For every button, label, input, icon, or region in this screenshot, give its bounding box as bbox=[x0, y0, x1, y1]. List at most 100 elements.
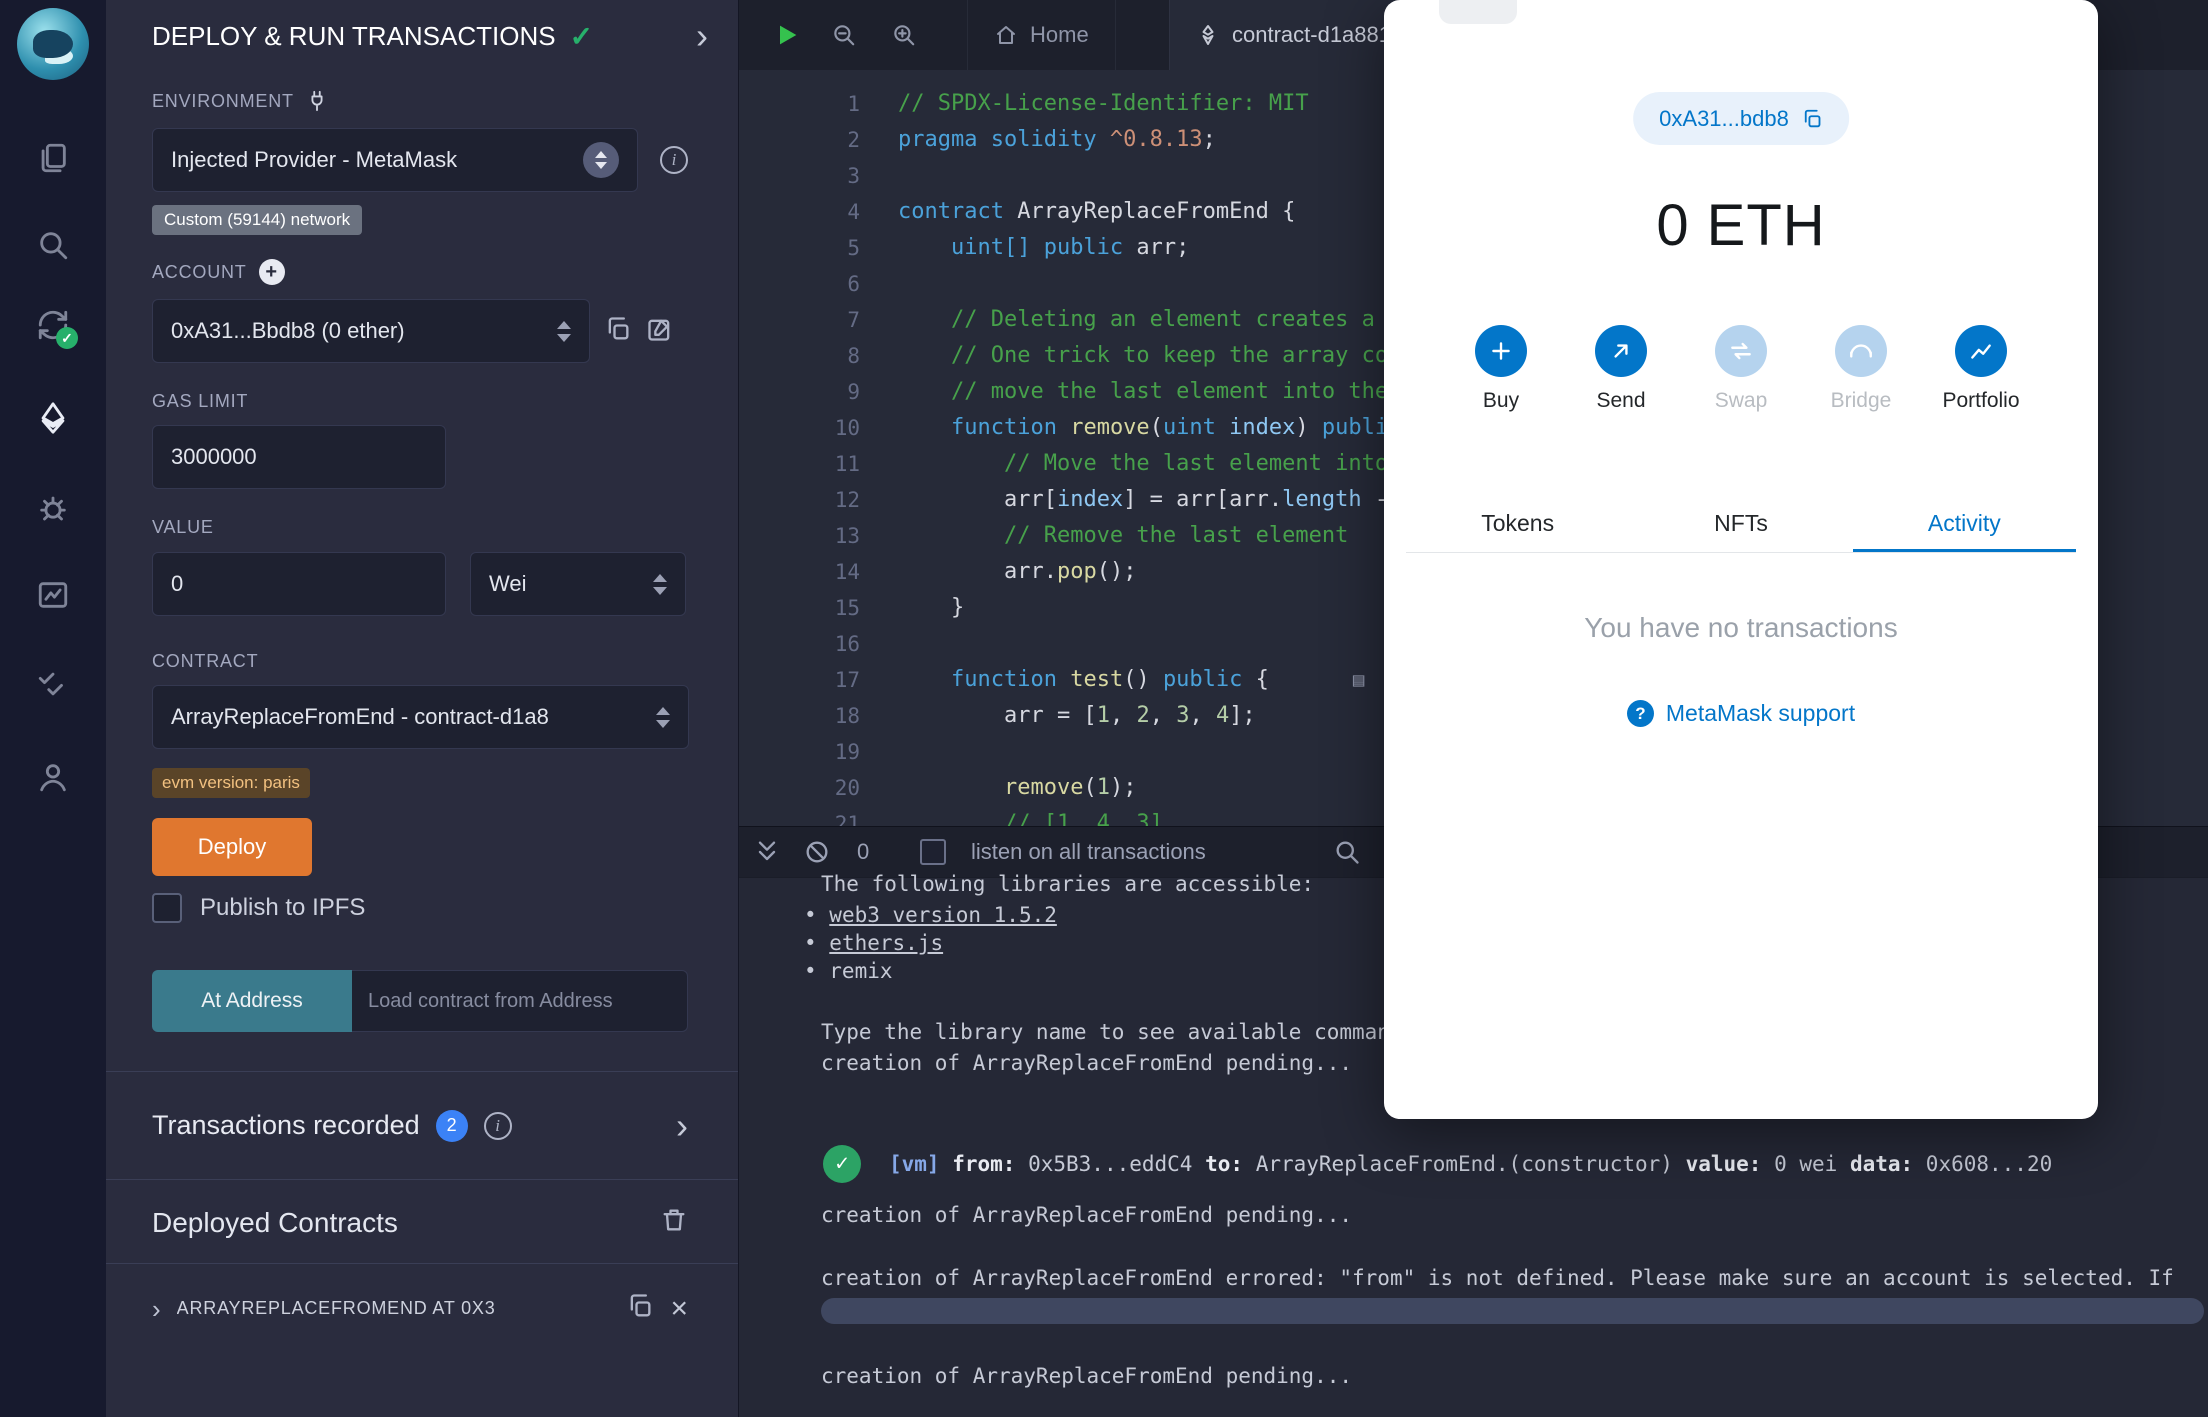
value-unit-stepper-icon[interactable] bbox=[653, 573, 667, 595]
panel-header: DEPLOY & RUN TRANSACTIONS ✓ › bbox=[106, 0, 738, 72]
clear-deployed-trash-icon[interactable] bbox=[660, 1206, 688, 1239]
account-select[interactable]: 0xA31...Bbdb8 (0 ether) bbox=[152, 299, 590, 363]
metamask-support-link[interactable]: ? MetaMask support bbox=[1384, 700, 2098, 727]
publish-ipfs-label: Publish to IPFS bbox=[200, 894, 366, 921]
mm-action-label: Send bbox=[1596, 389, 1646, 412]
deploy-button[interactable]: Deploy bbox=[152, 818, 312, 876]
portfolio-chart-icon[interactable] bbox=[1955, 325, 2007, 377]
line-number: 10 bbox=[834, 416, 860, 440]
metamask-popup: 0xA31...bdb8 0 ETH Buy Send Swap Bridge Port… bbox=[1384, 0, 2098, 1119]
mm-action-portfolio[interactable]: Portfolio bbox=[1921, 325, 2041, 413]
deploy-run-icon[interactable] bbox=[36, 401, 70, 435]
remix-ide: ✓ DEPLOY & RUN TRANSACTIONS ✓ › ENVIRONM… bbox=[0, 0, 2208, 1417]
line-number: 12 bbox=[834, 488, 860, 512]
no-transactions-message: You have no transactions bbox=[1584, 612, 1898, 643]
compile-success-badge-icon: ✓ bbox=[56, 327, 78, 349]
debugger-icon[interactable] bbox=[36, 491, 70, 525]
environment-info-icon[interactable]: i bbox=[660, 146, 688, 174]
run-script-button[interactable] bbox=[773, 21, 801, 54]
transactions-info-icon[interactable]: i bbox=[483, 1111, 512, 1140]
tab-home-label: Home bbox=[1030, 22, 1089, 47]
environment-value: Injected Provider - MetaMask bbox=[171, 147, 458, 172]
analytics-icon[interactable] bbox=[36, 578, 70, 612]
eth-balance: 0 ETH bbox=[1656, 193, 1826, 258]
contract-select[interactable]: ArrayReplaceFromEnd - contract-d1a8 bbox=[152, 685, 689, 749]
tab-home[interactable]: Home bbox=[967, 0, 1116, 70]
account-address-pill[interactable]: 0xA31...bdb8 bbox=[1633, 92, 1849, 145]
network-picker-partial[interactable] bbox=[1439, 0, 1517, 24]
terminal-library-link[interactable]: ethers.js bbox=[829, 931, 943, 955]
line-number: 19 bbox=[834, 740, 860, 764]
terminal-line: • ethers.js bbox=[804, 931, 944, 955]
mm-tab-tokens[interactable]: Tokens bbox=[1406, 495, 1629, 552]
at-address-input[interactable] bbox=[352, 970, 688, 1032]
deployed-contracts-header: Deployed Contracts bbox=[152, 1180, 688, 1239]
mm-action-bridge: Bridge bbox=[1801, 325, 1921, 413]
mm-action-swap: Swap bbox=[1681, 325, 1801, 413]
network-badge: Custom (59144) network bbox=[152, 205, 363, 235]
gas-limit-label-text: GAS LIMIT bbox=[152, 391, 249, 411]
transactions-chevron-icon[interactable]: › bbox=[676, 1107, 688, 1144]
deployed-contracts-title: Deployed Contracts bbox=[152, 1206, 398, 1238]
mm-action-buy[interactable]: Buy bbox=[1441, 325, 1561, 413]
value-input[interactable] bbox=[152, 552, 446, 616]
value-label-text: VALUE bbox=[152, 517, 214, 537]
plus-icon[interactable] bbox=[1475, 325, 1527, 377]
contract-label-text: CONTRACT bbox=[152, 651, 259, 671]
mm-action-send[interactable]: Send bbox=[1561, 325, 1681, 413]
environment-label-text: ENVIRONMENT bbox=[152, 90, 294, 111]
contract-label: CONTRACT bbox=[152, 651, 688, 672]
line-number: 16 bbox=[834, 632, 860, 656]
terminal-library-link[interactable]: web3 version 1.5.2 bbox=[829, 903, 1057, 927]
deployed-contract-item[interactable]: › ARRAYREPLACEFROMEND AT 0X3 × bbox=[152, 1292, 688, 1325]
line-number: 13 bbox=[834, 524, 860, 548]
deployed-contract-label: ARRAYREPLACEFROMEND AT 0X3 bbox=[176, 1298, 496, 1318]
send-arrow-icon[interactable] bbox=[1595, 325, 1647, 377]
plugin-manager-icon[interactable] bbox=[36, 760, 70, 794]
account-value: 0xA31...Bbdb8 (0 ether) bbox=[171, 318, 405, 343]
divider bbox=[106, 1263, 738, 1264]
panel-check-icon: ✓ bbox=[569, 20, 594, 52]
at-address-button[interactable]: At Address bbox=[152, 970, 352, 1032]
question-icon: ? bbox=[1626, 700, 1654, 727]
contract-value: ArrayReplaceFromEnd - contract-d1a8 bbox=[171, 704, 549, 729]
copy-contract-address-icon[interactable] bbox=[626, 1292, 654, 1325]
copy-address-icon[interactable] bbox=[1801, 108, 1823, 130]
environment-label: ENVIRONMENT bbox=[152, 90, 688, 112]
environment-select[interactable]: Injected Provider - MetaMask bbox=[152, 128, 638, 192]
add-account-icon[interactable]: + bbox=[258, 259, 285, 285]
transactions-recorded-row[interactable]: Transactions recorded 2 i › bbox=[152, 1072, 688, 1179]
line-number: 9 bbox=[847, 380, 860, 404]
gas-limit-input[interactable] bbox=[152, 425, 446, 489]
value-unit-select[interactable]: Wei bbox=[470, 552, 686, 616]
unit-testing-icon[interactable] bbox=[36, 667, 70, 701]
publish-ipfs-checkbox[interactable] bbox=[152, 893, 182, 923]
line-number: 15 bbox=[834, 596, 860, 620]
terminal-vm-entry: ✓ [vm] from: 0x5B3...eddC4 to: ArrayRepla… bbox=[823, 1145, 2052, 1183]
editor-gutter: 1 2 3 4 5 6 7 8 9 10 11 12 13 14 15 16 17 18 19 20 21 bbox=[739, 86, 860, 826]
line-number: 7 bbox=[847, 308, 860, 332]
line-number: 17 bbox=[834, 668, 860, 692]
mm-action-label: Bridge bbox=[1830, 389, 1892, 412]
account-stepper-icon[interactable] bbox=[557, 320, 571, 342]
zoom-out-icon[interactable] bbox=[831, 22, 857, 53]
environment-stepper-icon[interactable] bbox=[583, 142, 619, 178]
search-icon[interactable] bbox=[36, 228, 70, 262]
mm-tab-activity[interactable]: Activity bbox=[1853, 495, 2076, 552]
line-number: 6 bbox=[847, 272, 860, 296]
remix-logo-icon[interactable] bbox=[17, 8, 89, 80]
terminal-line: • web3 version 1.5.2 bbox=[804, 903, 1057, 927]
panel-collapse-chevron-icon[interactable]: › bbox=[696, 18, 708, 54]
remove-contract-icon[interactable]: × bbox=[670, 1293, 688, 1324]
solidity-compiler-icon[interactable]: ✓ bbox=[36, 308, 78, 349]
contract-stepper-icon[interactable] bbox=[656, 706, 670, 728]
zoom-in-icon[interactable] bbox=[891, 22, 917, 53]
mm-tab-nfts[interactable]: NFTs bbox=[1629, 495, 1852, 552]
terminal-scrollbar[interactable] bbox=[821, 1298, 2204, 1324]
copy-account-icon[interactable] bbox=[604, 315, 632, 348]
line-number: 20 bbox=[834, 776, 860, 800]
edit-account-icon[interactable] bbox=[646, 315, 674, 348]
file-explorer-icon[interactable] bbox=[36, 141, 70, 175]
bridge-icon bbox=[1835, 325, 1887, 377]
expand-contract-chevron-icon[interactable]: › bbox=[152, 1296, 161, 1322]
